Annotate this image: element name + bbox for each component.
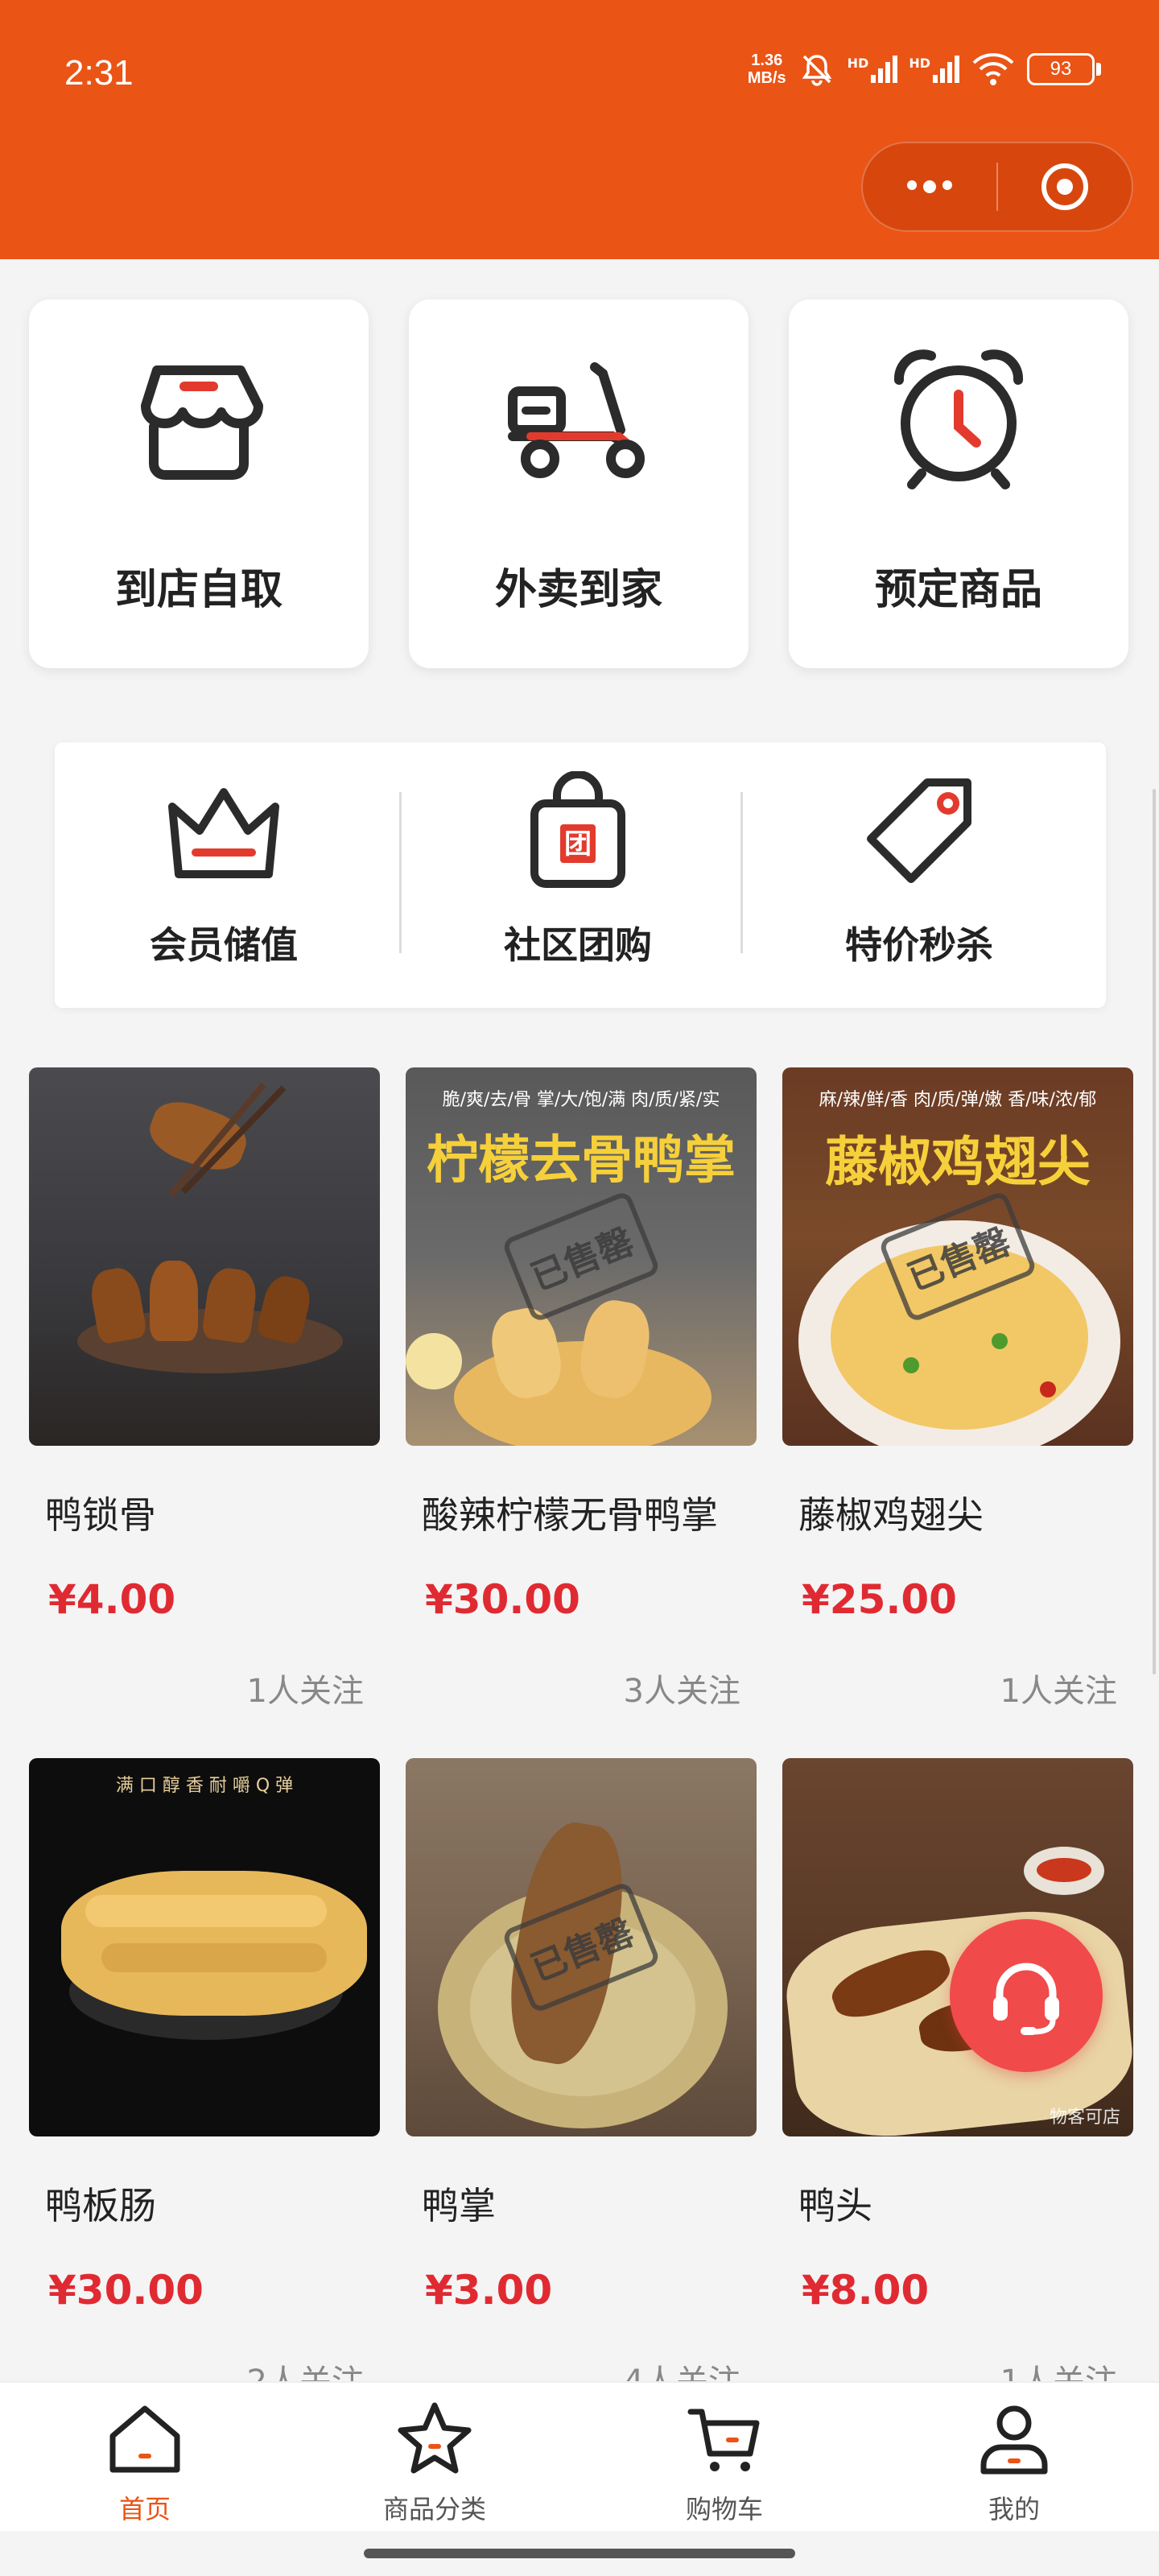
product-image: 脆/爽/去/骨 掌/大/饱/满 肉/质/紧/实 柠檬去骨鸭掌 已售罄 (406, 1067, 757, 1446)
net-speed: 1.36 MB/s (748, 52, 786, 87)
product-card[interactable]: 麻/辣/鲜/香 肉/质/弹/嫩 香/味/浓/郁 藤椒鸡翅尖 已售罄 藤椒鸡翅尖 … (782, 1067, 1133, 1711)
product-image (29, 1067, 380, 1446)
nav-label: 我的 (988, 2494, 1040, 2524)
status-icons: 1.36 MB/s HD HD 93 (748, 50, 1101, 89)
product-banner-tagline: 麻/辣/鲜/香 肉/质/弹/嫩 香/味/浓/郁 (819, 1090, 1097, 1110)
product-image: 麻/辣/鲜/香 肉/质/弹/嫩 香/味/浓/郁 藤椒鸡翅尖 已售罄 (782, 1067, 1133, 1446)
product-price: ¥8.00 (802, 2267, 930, 2314)
star-icon (398, 2402, 472, 2474)
product-follow-count: 1人关注 (1000, 1673, 1117, 1710)
product-banner-title: 柠檬去骨鸭掌 (427, 1131, 736, 1191)
more-dots-icon (907, 180, 952, 193)
nav-label: 购物车 (685, 2494, 763, 2524)
header: 2:31 1.36 MB/s HD HD 93 (0, 0, 1159, 259)
image-watermark: 物客可店 (1049, 2107, 1120, 2128)
wifi-icon (972, 53, 1014, 85)
group-buy-char: 团 (564, 828, 592, 861)
product-price: ¥25.00 (802, 1576, 957, 1623)
scrollbar[interactable] (1153, 789, 1156, 1674)
home-indicator[interactable] (364, 2549, 795, 2558)
service-preorder[interactable]: 预定商品 (789, 299, 1128, 668)
product-banner-tagline: 满 口 醇 香 耐 嚼 Q 弹 (115, 1776, 294, 1796)
cart-icon (687, 2409, 760, 2471)
store-icon (141, 365, 263, 480)
product-price: ¥3.00 (425, 2267, 553, 2314)
signal-2-label: HD (909, 56, 930, 71)
product-name: 藤椒鸡翅尖 (798, 1493, 984, 1537)
nav-categories[interactable]: 商品分类 (354, 2397, 515, 2526)
nav-label: 首页 (118, 2494, 171, 2524)
service-label: 预定商品 (874, 566, 1042, 614)
bottom-nav: 首页 商品分类 购物车 我的 (0, 2381, 1159, 2531)
product-name: 鸭头 (798, 2184, 872, 2227)
shortcut-label: 社区团购 (504, 923, 652, 967)
crown-icon (168, 788, 279, 878)
battery-icon: 93 (1027, 53, 1101, 85)
product-price: ¥30.00 (425, 1576, 580, 1623)
price-tag-icon (867, 778, 971, 883)
signal-2-icon: HD (909, 56, 959, 83)
shortcut-group-buy[interactable]: 团 社区团购 (409, 742, 747, 1008)
product-price: ¥30.00 (48, 2267, 204, 2314)
shortcut-label: 特价秒杀 (845, 923, 993, 967)
product-card[interactable]: 鸭锁骨 ¥4.00 1人关注 (29, 1067, 380, 1711)
product-card[interactable]: 物客可店 鸭头 ¥8.00 1人关注 (782, 1758, 1133, 2402)
nav-label: 商品分类 (382, 2494, 486, 2524)
product-image: 已售罄 (406, 1758, 757, 2136)
sold-out-stamp: 已售罄 (501, 1190, 662, 1323)
target-close-icon (1041, 163, 1088, 210)
product-image: 满 口 醇 香 耐 嚼 Q 弹 (29, 1758, 380, 2136)
product-name: 鸭掌 (422, 2184, 496, 2227)
product-price: ¥4.00 (48, 1576, 176, 1623)
product-follow-count: 1人关注 (246, 1673, 364, 1710)
divider (740, 792, 743, 953)
net-speed-unit: MB/s (747, 69, 786, 87)
app-page: 2:31 1.36 MB/s HD HD 93 到店自取 外卖到家 预定商品 会… (0, 0, 1159, 2576)
service-delivery[interactable]: 外卖到家 (409, 299, 749, 668)
nav-home[interactable]: 首页 (64, 2397, 225, 2526)
product-name: 酸辣柠檬无骨鸭掌 (422, 1493, 718, 1537)
product-follow-count: 3人关注 (623, 1673, 740, 1710)
product-card[interactable]: 满 口 醇 香 耐 嚼 Q 弹 鸭板肠 ¥30.00 2人关注 (29, 1758, 380, 2402)
nav-cart[interactable]: 购物车 (644, 2397, 805, 2526)
shortcut-flash-sale[interactable]: 特价秒杀 (750, 742, 1088, 1008)
product-banner-tagline: 脆/爽/去/骨 掌/大/饱/满 肉/质/紧/实 (442, 1090, 720, 1110)
group-buy-bag-icon: 团 (530, 771, 625, 888)
customer-service-headset-icon (993, 1963, 1059, 2035)
service-label: 外卖到家 (494, 566, 662, 614)
service-store-pickup[interactable]: 到店自取 (29, 299, 369, 668)
shortcut-member-recharge[interactable]: 会员储值 (55, 742, 393, 1008)
net-speed-value: 1.36 (751, 52, 783, 69)
scooter-icon (508, 362, 645, 478)
home-icon (109, 2405, 180, 2473)
service-label: 到店自取 (114, 566, 283, 614)
product-name: 鸭板肠 (45, 2184, 156, 2227)
user-icon (980, 2405, 1048, 2475)
product-card[interactable]: 脆/爽/去/骨 掌/大/饱/满 肉/质/紧/实 柠檬去骨鸭掌 已售罄 酸辣柠檬无… (406, 1067, 757, 1711)
signal-1-icon: HD (848, 56, 898, 83)
mini-program-capsule (861, 142, 1133, 232)
battery-level: 93 (1027, 53, 1095, 85)
nav-profile[interactable]: 我的 (934, 2397, 1095, 2526)
divider (399, 792, 402, 953)
close-mini-program-button[interactable] (998, 143, 1132, 230)
mute-bell-icon (802, 55, 831, 86)
product-name: 鸭锁骨 (45, 1493, 156, 1537)
product-banner-title: 藤椒鸡翅尖 (825, 1131, 1091, 1193)
shortcut-panel: 会员储值 团 社区团购 特价秒杀 (55, 742, 1106, 1008)
alarm-clock-icon (893, 349, 1024, 489)
more-button[interactable] (863, 143, 996, 230)
product-card[interactable]: 已售罄 鸭掌 ¥3.00 4人关注 (406, 1758, 757, 2402)
customer-service-button[interactable] (950, 1919, 1103, 2072)
shortcut-label: 会员储值 (150, 923, 298, 967)
status-time: 2:31 (64, 53, 134, 93)
signal-1-label: HD (847, 56, 869, 71)
